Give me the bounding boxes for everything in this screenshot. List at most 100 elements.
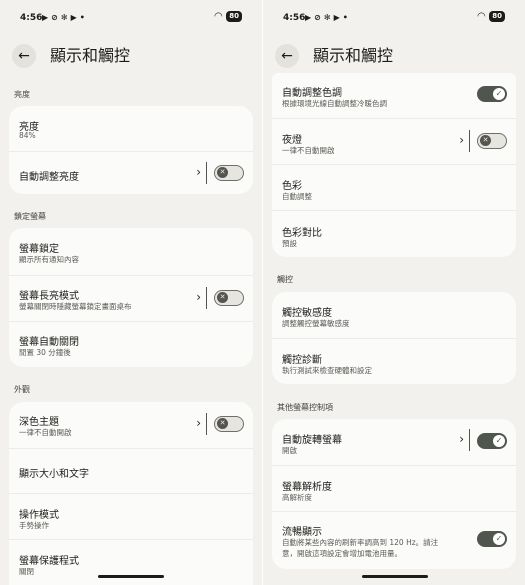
screensaver-item[interactable]: 螢幕保護程式 關閉 (9, 539, 253, 585)
status-time: 4:56 (283, 13, 306, 23)
home-indicator[interactable] (362, 575, 428, 578)
divider (206, 162, 207, 184)
auto-brightness-toggle[interactable]: ✕ (214, 165, 244, 181)
status-bar: 4:56 ▶ ⊘ ✻ ▶ • ◠ 80 (20, 10, 242, 28)
item-subtitle: 手勢操作 (19, 521, 49, 530)
close-icon: ✕ (480, 135, 491, 146)
item-title: 色彩 (282, 181, 302, 192)
item-subtitle: 顯示所有通知內容 (19, 255, 79, 264)
back-button[interactable]: ← (12, 44, 36, 68)
wifi-icon: ◠ (477, 11, 486, 22)
divider (206, 287, 207, 309)
dark-theme-item[interactable]: 深色主題 一律不自動開啟 › ✕ (9, 402, 253, 448)
page-title: 顯示和觸控 (313, 46, 394, 65)
item-title: 自動旋轉螢幕 (282, 435, 342, 446)
arrow-left-icon: ← (281, 48, 293, 64)
settings-icon: ✻ (323, 13, 331, 22)
item-subtitle: 意，開啟這項設定會增加電池用量。 (282, 549, 402, 558)
item-title: 螢幕長亮模式 (19, 291, 79, 302)
item-title: 螢幕解析度 (282, 482, 332, 493)
auto-off-item[interactable]: 螢幕自動關閉 閒置 30 分鐘後 (9, 321, 253, 367)
item-title: 流暢顯示 (282, 527, 322, 538)
section-header-appearance: 外觀 (14, 385, 30, 394)
item-title: 自動調整色調 (282, 88, 342, 99)
contrast-item[interactable]: 色彩對比 預設 (272, 210, 516, 257)
item-subtitle: 開啟 (282, 446, 297, 455)
close-icon: ✕ (217, 418, 228, 429)
settings-panel-left: 4:56 ▶ ⊘ ✻ ▶ • ◠ 80 ← 顯示和觸控 亮度 亮度 84% 自動… (0, 0, 262, 585)
item-subtitle: 調整觸控螢幕敏感度 (282, 319, 350, 328)
section-header-touch: 觸控 (277, 275, 293, 284)
touch-sensitivity-item[interactable]: 觸控敏感度 調整觸控螢幕敏感度 (272, 292, 516, 338)
home-indicator[interactable] (98, 575, 164, 578)
back-button[interactable]: ← (275, 44, 299, 68)
chevron-right-icon: › (196, 165, 201, 179)
youtube-icon: ▶ (305, 13, 312, 22)
night-light-toggle[interactable]: ✕ (477, 133, 507, 149)
auto-color-temp-toggle[interactable]: ✓ (477, 86, 507, 102)
always-on-item[interactable]: 螢幕長亮模式 螢幕關閉時隱藏螢幕鎖定畫面桌布 › ✕ (9, 275, 253, 322)
close-icon: ✕ (217, 167, 228, 178)
auto-rotate-toggle[interactable]: ✓ (477, 433, 507, 449)
item-subtitle: 關閉 (19, 567, 34, 576)
youtube-icon: ▶ (42, 13, 49, 22)
arrow-left-icon: ← (18, 48, 30, 64)
display-size-item[interactable]: 顯示大小和文字 (9, 448, 253, 494)
check-icon: ✓ (493, 88, 505, 100)
color-card: 自動調整色調 根據環境光線自動調整冷暖色調 ✓ 夜燈 一律不自動開啟 › ✕ 色… (272, 73, 516, 257)
section-header-brightness: 亮度 (14, 90, 30, 99)
battery-icon: 80 (489, 11, 505, 22)
item-title: 顯示大小和文字 (19, 469, 89, 480)
night-light-item[interactable]: 夜燈 一律不自動開啟 › ✕ (272, 118, 516, 165)
smooth-display-toggle[interactable]: ✓ (477, 531, 507, 547)
item-subtitle: 閒置 30 分鐘後 (19, 348, 71, 357)
dark-theme-toggle[interactable]: ✕ (214, 416, 244, 432)
divider (469, 130, 470, 152)
item-title: 螢幕保護程式 (19, 556, 79, 567)
chevron-right-icon: › (459, 133, 464, 147)
touch-card: 觸控敏感度 調整觸控螢幕敏感度 觸控診斷 執行測試來檢查硬體和設定 (272, 292, 516, 384)
dnd-icon: ⊘ (314, 13, 321, 22)
brightness-level-item[interactable]: 亮度 84% (9, 106, 253, 151)
colors-item[interactable]: 色彩 自動調整 (272, 164, 516, 211)
youtube-icon: ▶ (70, 13, 77, 22)
item-title: 夜燈 (282, 135, 302, 146)
auto-rotate-item[interactable]: 自動旋轉螢幕 開啟 › ✓ (272, 419, 516, 465)
item-title: 螢幕鎖定 (19, 244, 59, 255)
resolution-item[interactable]: 螢幕解析度 高解析度 (272, 465, 516, 512)
page-title: 顯示和觸控 (50, 46, 131, 65)
section-header-lock-screen: 鎖定螢幕 (14, 212, 46, 221)
auto-brightness-item[interactable]: 自動調整亮度 › ✕ (9, 151, 253, 194)
status-bar: 4:56 ▶ ⊘ ✻ ▶ • ◠ 80 (283, 10, 505, 28)
divider (469, 429, 470, 451)
item-subtitle: 84% (19, 131, 36, 140)
section-header-other-controls: 其他螢幕控制項 (277, 403, 333, 412)
item-subtitle: 根據環境光線自動調整冷暖色調 (282, 99, 387, 108)
item-subtitle: 一律不自動開啟 (282, 146, 335, 155)
item-title: 深色主題 (19, 417, 59, 428)
chevron-right-icon: › (459, 432, 464, 446)
settings-icon: ✻ (60, 13, 68, 22)
check-icon: ✓ (493, 435, 505, 447)
item-subtitle: 一律不自動開啟 (19, 428, 72, 437)
item-subtitle: 自動調整 (282, 192, 312, 201)
close-icon: ✕ (217, 292, 228, 303)
brightness-card: 亮度 84% 自動調整亮度 › ✕ (9, 106, 253, 194)
item-subtitle: 自動將某些內容的刷新率調高到 120 Hz。請注 (282, 538, 439, 547)
wifi-icon: ◠ (214, 11, 223, 22)
screen-lock-item[interactable]: 螢幕鎖定 顯示所有通知內容 (9, 228, 253, 275)
appearance-card: 深色主題 一律不自動開啟 › ✕ 顯示大小和文字 操作模式 手勢操作 螢幕保護程… (9, 402, 253, 585)
smooth-display-item[interactable]: 流暢顯示 自動將某些內容的刷新率調高到 120 Hz。請注 意，開啟這項設定會增… (272, 511, 516, 569)
battery-icon: 80 (226, 11, 242, 22)
divider (206, 413, 207, 435)
item-title: 自動調整亮度 (19, 172, 79, 183)
always-on-toggle[interactable]: ✕ (214, 290, 244, 306)
youtube-icon: ▶ (333, 13, 340, 22)
navigation-mode-item[interactable]: 操作模式 手勢操作 (9, 493, 253, 540)
settings-panel-right: 4:56 ▶ ⊘ ✻ ▶ • ◠ 80 ← 顯示和觸控 自動調整色調 根據環境光… (263, 0, 525, 585)
auto-color-temp-item[interactable]: 自動調整色調 根據環境光線自動調整冷暖色調 ✓ (272, 73, 516, 118)
other-controls-card: 自動旋轉螢幕 開啟 › ✓ 螢幕解析度 高解析度 流暢顯示 自動將某些內容的刷新… (272, 419, 516, 569)
touch-diagnostics-item[interactable]: 觸控診斷 執行測試來檢查硬體和設定 (272, 338, 516, 384)
item-subtitle: 執行測試來檢查硬體和設定 (282, 366, 372, 375)
dot-icon: • (79, 13, 85, 22)
